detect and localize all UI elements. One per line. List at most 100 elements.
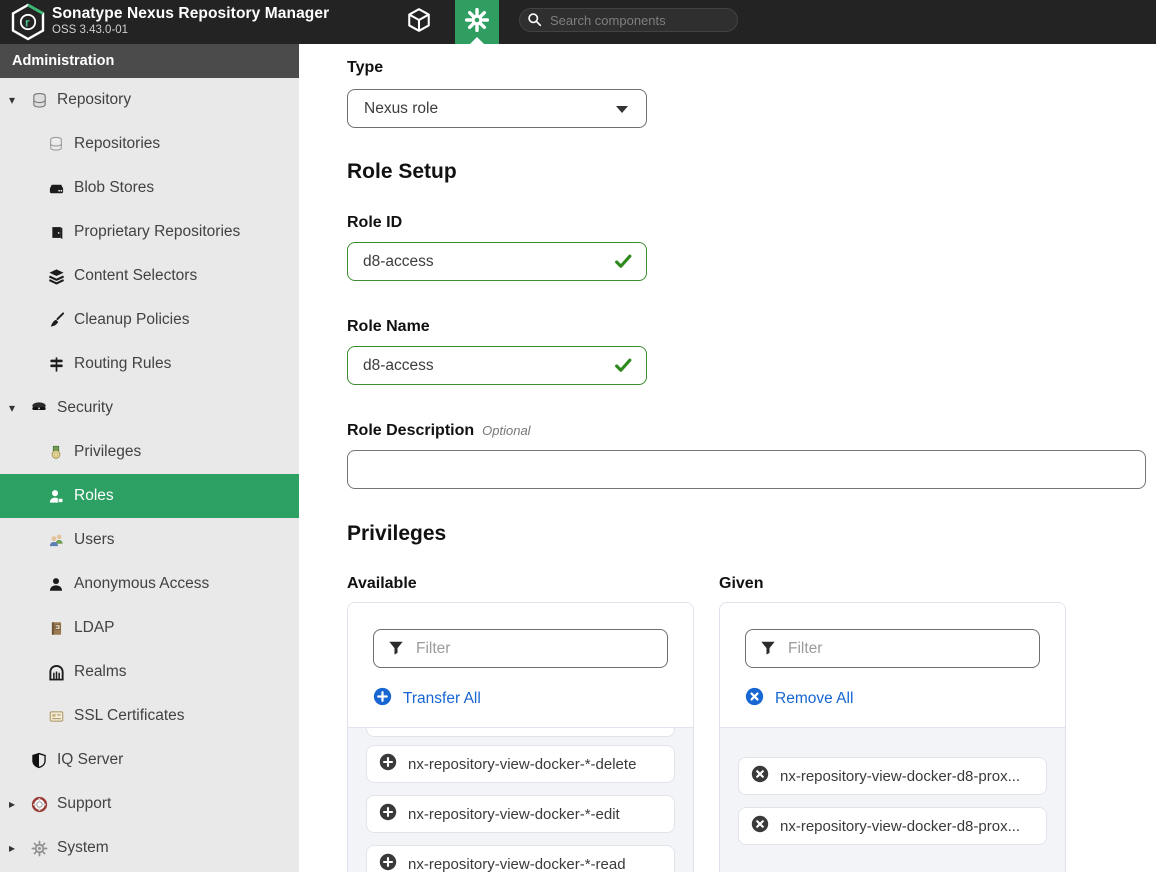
available-label: Available: [347, 575, 417, 593]
roles-icon: [46, 487, 66, 505]
sidebar-item-iq-server[interactable]: IQ Server: [0, 738, 299, 782]
role-id-field-wrap: [347, 242, 647, 281]
filter-funnel-icon: [388, 640, 404, 661]
sidebar-item-label: LDAP: [74, 619, 115, 637]
nexus-repository-manager-window: r Sonatype Nexus Repository Manager OSS …: [0, 0, 1156, 872]
sidebar-item-cleanup-policies[interactable]: Cleanup Policies: [0, 298, 299, 342]
circle-plus-icon: [379, 753, 397, 775]
sidebar-item-repositories[interactable]: Repositories: [0, 122, 299, 166]
sidebar-item-blob-stores[interactable]: Blob Stores: [0, 166, 299, 210]
privileges-heading: Privileges: [347, 522, 446, 546]
admin-gear-icon: [465, 8, 489, 37]
sidebar-item-label: System: [57, 839, 109, 857]
repository-icon: [29, 91, 49, 109]
given-privileges-list[interactable]: nx-repository-view-docker-d8-prox... nx-…: [720, 728, 1065, 872]
sidebar-item-repository[interactable]: ▾ Repository: [0, 78, 299, 122]
sidebar-item-ldap[interactable]: LDAP: [0, 606, 299, 650]
chevron-down-icon[interactable]: ▾: [9, 401, 29, 415]
circle-x-icon: [751, 815, 769, 837]
sidebar-item-routing-rules[interactable]: Routing Rules: [0, 342, 299, 386]
role-description-label-text: Role Description: [347, 422, 474, 439]
given-privileges-card: Remove All nx-repository-view-docker-d8-…: [719, 602, 1066, 872]
sidebar-item-proprietary-repositories[interactable]: Proprietary Repositories: [0, 210, 299, 254]
role-description-input[interactable]: [347, 450, 1146, 489]
sidebar-item-users[interactable]: Users: [0, 518, 299, 562]
filter-funnel-icon: [760, 640, 776, 661]
available-privileges-list[interactable]: nx-repository-view-docker-*-delete nx-re…: [348, 728, 693, 872]
top-bar: r Sonatype Nexus Repository Manager OSS …: [0, 0, 1156, 44]
role-id-label: Role ID: [347, 214, 402, 232]
remove-all-label: Remove All: [775, 690, 853, 708]
sidebar-item-privileges[interactable]: Privileges: [0, 430, 299, 474]
admin-sidebar: Administration ▾ Repository Repositories…: [0, 44, 299, 872]
available-privileges-card: Transfer All nx-repository-view-docker-*…: [347, 602, 694, 872]
privilege-item-label: nx-repository-view-docker-*-delete: [408, 756, 636, 773]
privilege-item[interactable]: nx-repository-view-docker-d8-prox...: [738, 807, 1047, 845]
privilege-item[interactable]: nx-repository-view-docker-*-edit: [366, 795, 675, 833]
browse-mode-button[interactable]: [397, 0, 441, 44]
chevron-down-icon[interactable]: ▾: [9, 93, 29, 107]
support-icon: [29, 795, 49, 813]
sidebar-item-label: Proprietary Repositories: [74, 223, 240, 241]
anonymous-access-icon: [46, 575, 66, 593]
scrolled-item-partial[interactable]: [366, 728, 675, 737]
ssl-certificates-icon: [46, 707, 66, 725]
sidebar-item-label: Users: [74, 531, 114, 549]
role-name-input[interactable]: [347, 346, 647, 385]
given-label: Given: [719, 575, 763, 593]
nexus-logo-icon: r: [10, 3, 46, 41]
chevron-right-icon[interactable]: ▸: [9, 841, 29, 855]
type-label: Type: [347, 59, 383, 77]
privilege-item[interactable]: nx-repository-view-docker-d8-prox...: [738, 757, 1047, 795]
sidebar-item-support[interactable]: ▸ Support: [0, 782, 299, 826]
optional-hint: Optional: [482, 423, 530, 438]
app-title-block: Sonatype Nexus Repository Manager OSS 3.…: [52, 4, 329, 37]
circle-plus-icon: [379, 803, 397, 825]
remove-all-button[interactable]: Remove All: [745, 687, 853, 711]
role-type-select[interactable]: Nexus role: [347, 89, 647, 128]
available-filter-input[interactable]: [373, 629, 668, 668]
role-type-value: Nexus role: [364, 100, 438, 118]
search-input[interactable]: [519, 8, 738, 32]
role-name-field-wrap: [347, 346, 647, 385]
sidebar-item-content-selectors[interactable]: Content Selectors: [0, 254, 299, 298]
app-version: OSS 3.43.0-01: [52, 23, 329, 37]
available-card-header: Transfer All: [348, 603, 693, 728]
privilege-item-label: nx-repository-view-docker-d8-prox...: [780, 818, 1020, 835]
administration-mode-button[interactable]: [455, 0, 499, 44]
privilege-item[interactable]: nx-repository-view-docker-*-delete: [366, 745, 675, 783]
ldap-icon: [46, 619, 66, 637]
svg-text:r: r: [25, 16, 30, 30]
sidebar-item-security[interactable]: ▾ Security: [0, 386, 299, 430]
sidebar-item-realms[interactable]: Realms: [0, 650, 299, 694]
given-filter-box: [745, 629, 1040, 668]
sidebar-item-label: Repositories: [74, 135, 160, 153]
sidebar-item-system[interactable]: ▸ System: [0, 826, 299, 870]
role-id-input[interactable]: [347, 242, 647, 281]
active-mode-notch: [470, 37, 484, 44]
content-selectors-icon: [46, 267, 66, 285]
users-icon: [46, 531, 66, 549]
sidebar-item-label: Routing Rules: [74, 355, 171, 373]
valid-check-icon: [614, 252, 633, 276]
routing-rules-icon: [46, 355, 66, 373]
sidebar-item-label: Cleanup Policies: [74, 311, 189, 329]
sidebar-item-anonymous-access[interactable]: Anonymous Access: [0, 562, 299, 606]
transfer-all-button[interactable]: Transfer All: [373, 687, 481, 711]
sidebar-item-ssl-certificates[interactable]: SSL Certificates: [0, 694, 299, 738]
privilege-item[interactable]: nx-repository-view-docker-*-read: [366, 845, 675, 872]
circle-plus-icon: [379, 853, 397, 872]
chevron-right-icon[interactable]: ▸: [9, 797, 29, 811]
system-icon: [29, 839, 49, 857]
sidebar-item-label: Blob Stores: [74, 179, 154, 197]
realms-icon: [46, 663, 66, 681]
sidebar-item-roles[interactable]: Roles: [0, 474, 299, 518]
sidebar-item-label: Content Selectors: [74, 267, 197, 285]
given-filter-input[interactable]: [745, 629, 1040, 668]
sidebar-item-label: Support: [57, 795, 111, 813]
transfer-all-label: Transfer All: [403, 690, 481, 708]
given-card-header: Remove All: [720, 603, 1065, 728]
security-icon: [29, 399, 49, 417]
sidebar-item-label: Repository: [57, 91, 131, 109]
sidebar-item-label: Privileges: [74, 443, 141, 461]
